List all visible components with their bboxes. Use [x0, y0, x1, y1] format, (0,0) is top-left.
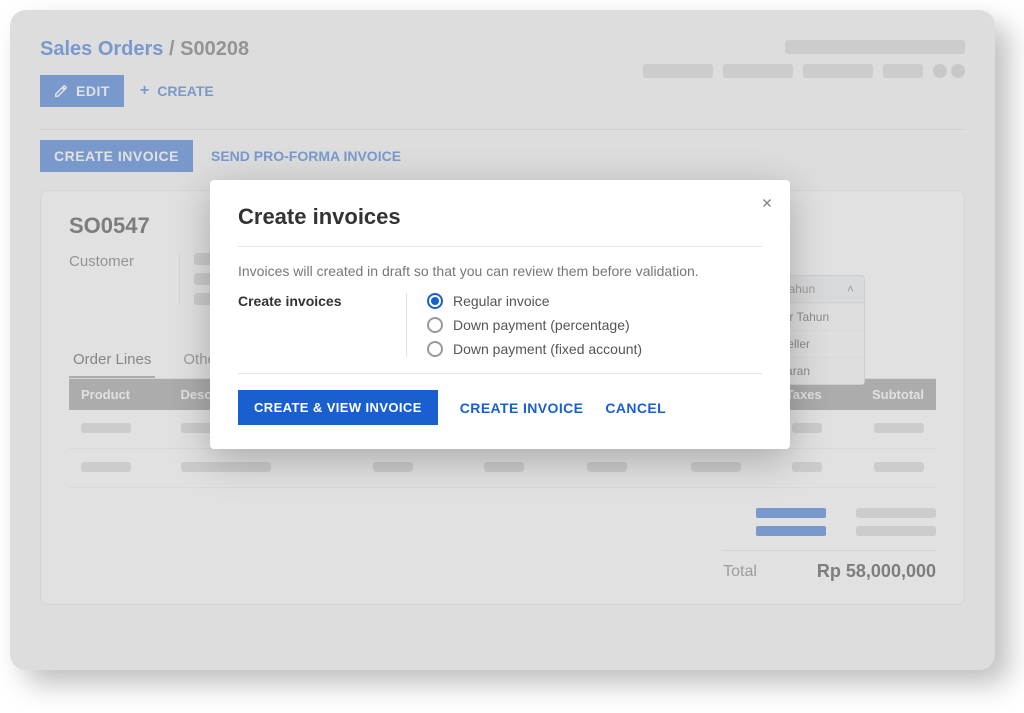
- totals-block: Total Rp 58,000,000: [69, 508, 936, 582]
- create-button[interactable]: + CREATE: [140, 82, 214, 100]
- table-row[interactable]: [69, 449, 936, 488]
- create-invoice-modal-label: CREATE INVOICE: [460, 400, 584, 416]
- edit-button[interactable]: EDIT: [40, 75, 124, 107]
- breadcrumb-current: S00208: [180, 38, 249, 60]
- edit-label: EDIT: [76, 83, 110, 99]
- tab-order-lines[interactable]: Order Lines: [69, 343, 155, 378]
- radio-icon: [427, 317, 443, 333]
- breadcrumb-root[interactable]: Sales Orders: [40, 38, 163, 60]
- create-label: CREATE: [157, 83, 214, 99]
- modal-title: Create invoices: [238, 204, 762, 230]
- modal-form-label: Create invoices: [238, 293, 398, 357]
- divider: [40, 129, 965, 130]
- close-button[interactable]: [760, 196, 774, 215]
- send-proforma-label: SEND PRO-FORMA INVOICE: [211, 148, 401, 164]
- cancel-label: CANCEL: [605, 400, 666, 416]
- create-invoice-label: CREATE INVOICE: [54, 148, 179, 164]
- create-invoice-button[interactable]: CREATE INVOICE: [40, 140, 193, 172]
- radio-label: Down payment (fixed account): [453, 341, 642, 357]
- pencil-icon: [54, 84, 68, 98]
- radio-group: Regular invoice Down payment (percentage…: [406, 293, 642, 357]
- close-icon: [760, 196, 774, 210]
- create-view-label: CREATE & VIEW INVOICE: [254, 400, 422, 415]
- modal-description: Invoices will created in draft so that y…: [238, 263, 762, 279]
- radio-icon: [427, 341, 443, 357]
- radio-label: Regular invoice: [453, 293, 550, 309]
- chevron-up-icon: ˄: [847, 282, 854, 296]
- cancel-button[interactable]: CANCEL: [605, 400, 666, 416]
- radio-down-payment-fixed[interactable]: Down payment (fixed account): [427, 341, 642, 357]
- radio-regular-invoice[interactable]: Regular invoice: [427, 293, 642, 309]
- create-invoices-modal: Create invoices Invoices will created in…: [210, 180, 790, 449]
- create-and-view-invoice-button[interactable]: CREATE & VIEW INVOICE: [238, 390, 438, 425]
- header-right-placeholder: [643, 40, 965, 78]
- radio-label: Down payment (percentage): [453, 317, 630, 333]
- send-proforma-button[interactable]: SEND PRO-FORMA INVOICE: [211, 140, 401, 172]
- total-label: Total: [723, 563, 757, 581]
- col-product: Product: [69, 379, 169, 410]
- radio-icon: [427, 293, 443, 309]
- radio-down-payment-percentage[interactable]: Down payment (percentage): [427, 317, 642, 333]
- total-amount: Rp 58,000,000: [817, 561, 936, 582]
- create-invoice-modal-button[interactable]: CREATE INVOICE: [460, 400, 584, 416]
- plus-icon: +: [140, 82, 149, 100]
- customer-label: Customer: [69, 253, 149, 270]
- breadcrumb-sep: /: [169, 38, 175, 60]
